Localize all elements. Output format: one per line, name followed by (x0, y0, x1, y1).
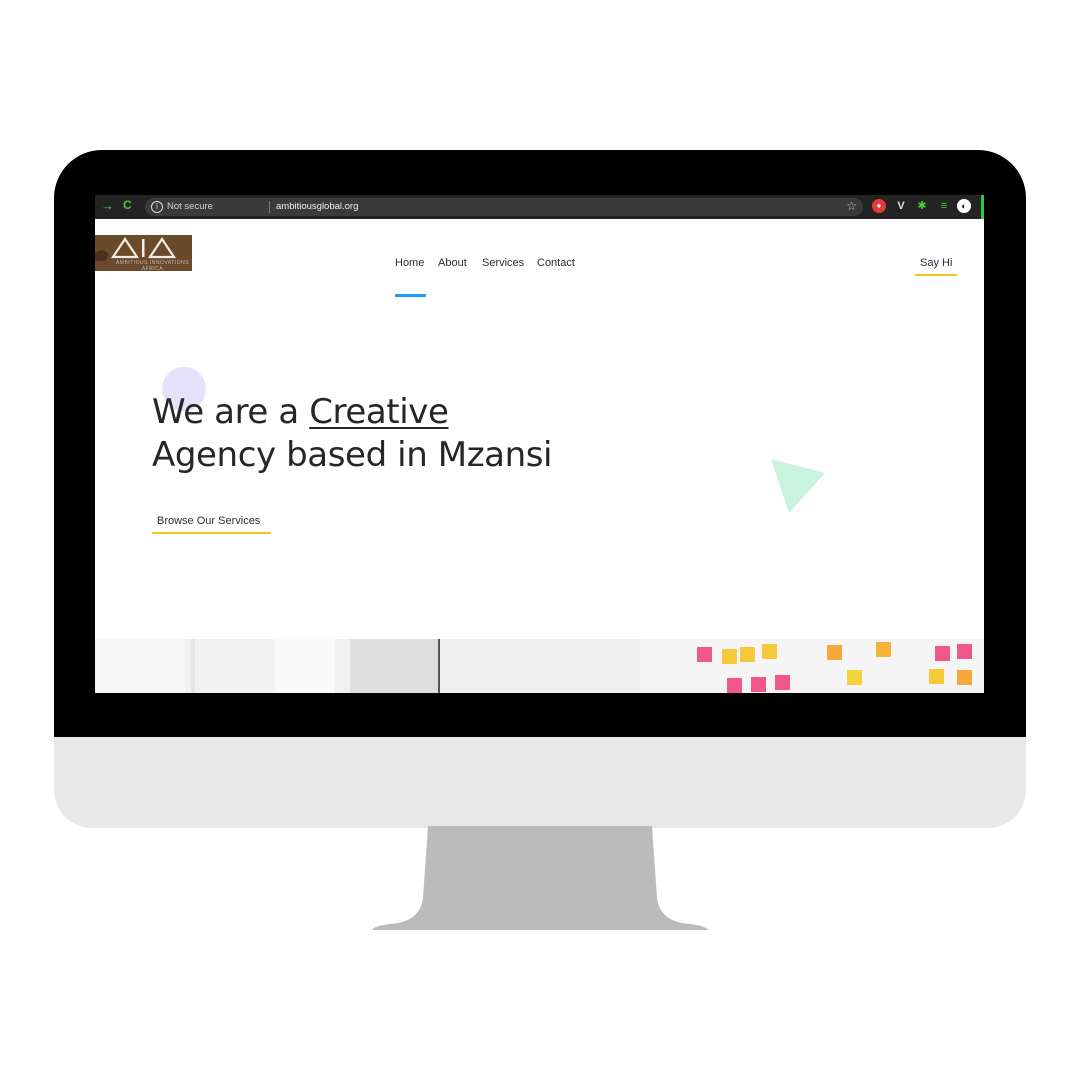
photo-wall (440, 639, 640, 693)
screen: → C i Not secure ambitiousglobal.org ☆ ●… (95, 195, 984, 693)
logo-mark-icon (95, 237, 177, 261)
nav-about[interactable]: About (438, 257, 467, 269)
hero-heading-line2: Agency based in Mzansi (152, 435, 553, 475)
photo-brick-wall (350, 639, 438, 693)
sticky-note (935, 646, 950, 661)
sticky-note (876, 642, 891, 657)
sticky-note (847, 670, 862, 685)
browser-toolbar: → C i Not secure ambitiousglobal.org ☆ ●… (95, 195, 984, 219)
monitor-chin (54, 737, 1026, 828)
reload-icon[interactable]: C (123, 198, 132, 212)
sticky-note (929, 669, 944, 684)
back-arrow-icon[interactable]: → (101, 198, 114, 213)
sticky-note (751, 677, 766, 692)
say-hi-underline (915, 274, 957, 276)
sticky-note (957, 644, 972, 659)
say-hi-button[interactable]: Say Hi (920, 257, 952, 269)
hero-emphasis: Creative (309, 392, 449, 432)
photo-window-pane (95, 639, 185, 693)
nav-home[interactable]: Home (395, 257, 424, 269)
address-bar[interactable]: i Not secure ambitiousglobal.org ☆ (145, 198, 863, 216)
sticky-note (697, 647, 712, 662)
sticky-note (740, 647, 755, 662)
info-icon[interactable]: i (151, 201, 163, 213)
logo-subtitle: AMBITIOUS INNOVATIONS AFRICA (115, 260, 190, 272)
decor-triangle (771, 459, 825, 513)
v-extension-icon[interactable]: V (894, 199, 908, 213)
puzzle-icon[interactable]: ✱ (915, 199, 929, 213)
sticky-note (775, 675, 790, 690)
avatar-icon[interactable]: ◐ (957, 199, 971, 213)
address-separator (269, 201, 270, 213)
nav-services[interactable]: Services (482, 257, 524, 269)
photo-window-frame (191, 639, 195, 693)
hero-heading-line1: We are a Creative (152, 392, 449, 432)
office-photo (95, 639, 984, 693)
photo-whiteboard (640, 639, 984, 693)
star-icon[interactable]: ☆ (846, 199, 857, 213)
browse-services-underline (152, 532, 271, 534)
sticky-note (722, 649, 737, 664)
security-label: Not secure (167, 201, 213, 212)
url-text[interactable]: ambitiousglobal.org (276, 201, 358, 212)
photo-window-pane (275, 639, 335, 693)
sticky-note (762, 644, 777, 659)
logo-letters (95, 235, 192, 261)
sticky-note (827, 645, 842, 660)
nav-contact[interactable]: Contact (537, 257, 575, 269)
window-edge (981, 195, 984, 219)
monitor-stand (372, 826, 708, 930)
active-nav-indicator (395, 294, 426, 297)
playlist-icon[interactable]: ≡ (937, 199, 951, 213)
hero-prefix: We are a (152, 392, 310, 432)
browse-services-button[interactable]: Browse Our Services (157, 515, 260, 527)
sticky-note (957, 670, 972, 685)
sticky-note (727, 678, 742, 693)
red-extension-icon[interactable]: ● (872, 199, 886, 213)
